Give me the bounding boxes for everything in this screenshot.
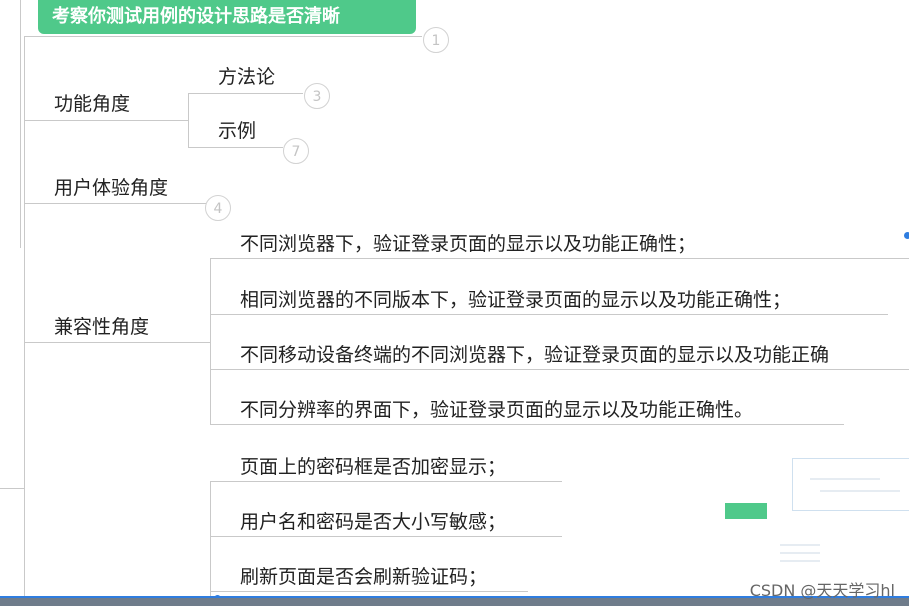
branch-compat[interactable]: 兼容性角度 xyxy=(54,312,149,339)
ux-badge: 4 xyxy=(205,195,231,221)
functional-fork-bottom xyxy=(188,147,283,148)
security-item-label: 刷新页面是否会刷新验证码； xyxy=(240,566,488,588)
security-item-label: 用户名和密码是否大小写敏感； xyxy=(240,511,507,533)
functional-fork xyxy=(188,93,189,148)
branch-compat-underline xyxy=(24,342,210,343)
central-topic-label: 考察你测试用例的设计思路是否清晰 xyxy=(52,6,340,27)
node-example[interactable]: 示例 xyxy=(218,116,256,143)
left-connector xyxy=(20,0,21,248)
compat-item-label: 相同浏览器的不同版本下，验证登录页面的显示以及功能正确性； xyxy=(240,289,792,311)
security-item[interactable]: 页面上的密码框是否加密显示； xyxy=(240,452,506,479)
watermark: CSDN @天天学习hl xyxy=(750,577,895,601)
minimap-node xyxy=(725,503,767,519)
functional-fork-top xyxy=(188,93,303,94)
compat-item-underline xyxy=(210,369,909,370)
security-item[interactable]: 用户名和密码是否大小写敏感； xyxy=(240,507,506,534)
node-methodology-label: 方法论 xyxy=(218,66,276,88)
main-spine xyxy=(24,36,25,606)
compat-item-label: 不同移动设备终端的不同浏览器下，验证登录页面的显示以及功能正确 xyxy=(240,344,830,366)
branch-functional-label: 功能角度 xyxy=(54,93,131,115)
branch-ux-label: 用户体验角度 xyxy=(54,177,169,199)
security-item-underline xyxy=(210,591,528,592)
branch-functional[interactable]: 功能角度 xyxy=(54,89,130,116)
branch-functional-underline xyxy=(24,120,188,121)
compat-item[interactable]: 不同分辨率的界面下，验证登录页面的显示以及功能正确性。 xyxy=(240,395,753,422)
branch-compat-label: 兼容性角度 xyxy=(54,316,150,338)
compat-item-underline xyxy=(210,258,909,259)
left-stub xyxy=(0,488,24,489)
branch-ux-underline xyxy=(24,203,206,204)
selection-handle[interactable] xyxy=(904,232,909,239)
topic-badge: 1 xyxy=(423,27,449,53)
header-underline xyxy=(24,36,422,37)
security-item-underline xyxy=(210,536,562,537)
node-methodology[interactable]: 方法论 xyxy=(218,62,275,89)
compat-item-label: 不同分辨率的界面下，验证登录页面的显示以及功能正确性。 xyxy=(240,399,754,421)
watermark-text: CSDN @天天学习hl xyxy=(749,581,895,600)
compat-item-underline xyxy=(210,424,844,425)
methodology-badge: 3 xyxy=(304,83,330,109)
compat-item-label: 不同浏览器下，验证登录页面的显示以及功能正确性； xyxy=(240,233,697,255)
compat-item[interactable]: 相同浏览器的不同版本下，验证登录页面的显示以及功能正确性； xyxy=(240,285,791,312)
example-badge: 7 xyxy=(283,138,309,164)
compat-item[interactable]: 不同浏览器下，验证登录页面的显示以及功能正确性； xyxy=(240,229,696,256)
security-item-label: 页面上的密码框是否加密显示； xyxy=(240,456,507,478)
central-topic[interactable]: 考察你测试用例的设计思路是否清晰 xyxy=(38,0,416,34)
security-fork xyxy=(210,481,211,599)
security-item[interactable]: 刷新页面是否会刷新验证码； xyxy=(240,562,487,589)
branch-ux[interactable]: 用户体验角度 xyxy=(54,173,168,200)
compat-item[interactable]: 不同移动设备终端的不同浏览器下，验证登录页面的显示以及功能正确 xyxy=(240,340,909,367)
security-item-underline xyxy=(210,481,562,482)
node-example-label: 示例 xyxy=(218,120,257,142)
compat-item-underline xyxy=(210,314,888,315)
compat-fork xyxy=(210,258,211,424)
